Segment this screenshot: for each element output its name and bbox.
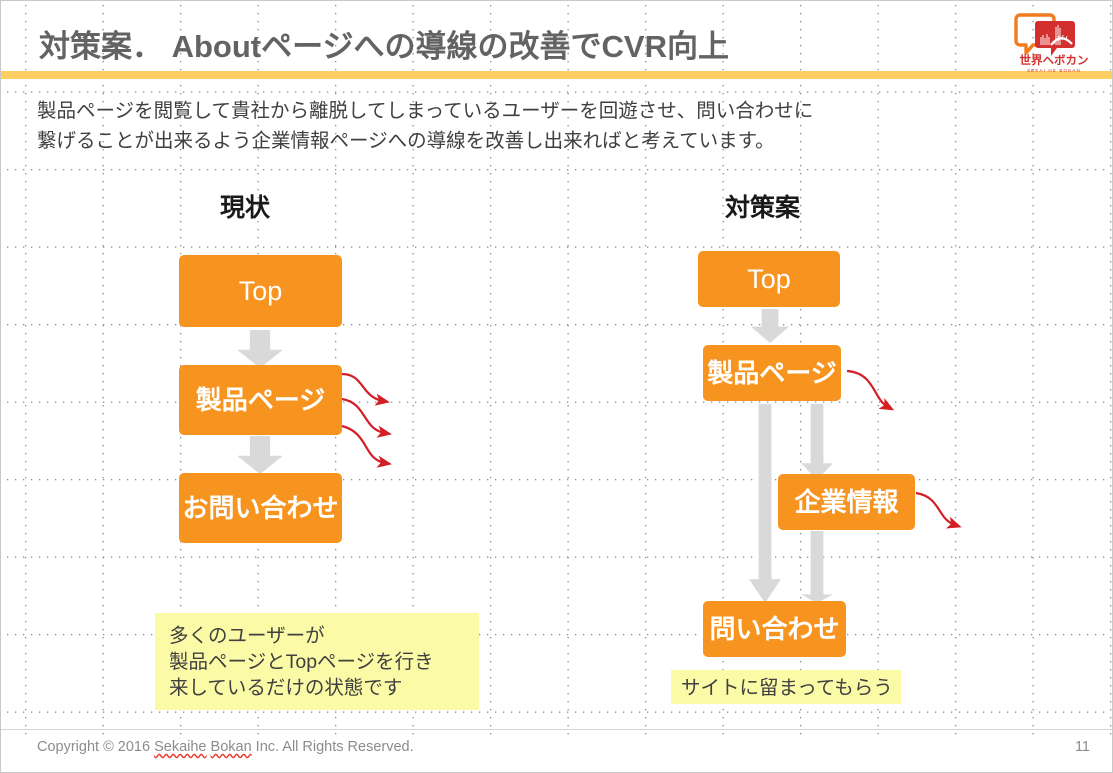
flow-box-label: 製品ページ — [707, 358, 837, 388]
flow-box-label: Top — [238, 275, 283, 306]
note-proposal: サイトに留まってもらう — [671, 670, 901, 704]
flow-box-current-top[interactable]: Top — [179, 255, 342, 327]
footer-divider — [1, 729, 1112, 730]
grey-arrow-proposal-product-to-company — [801, 404, 833, 480]
note-line: 来しているだけの状態です — [169, 677, 403, 699]
flow-box-current-product[interactable]: 製品ページ — [179, 365, 342, 435]
copyright-prefix: Copyright © 2016 — [37, 739, 155, 755]
copyright-brand-b: Bokan — [210, 739, 252, 755]
grey-arrow-proposal-1 — [751, 309, 789, 343]
exit-arrow-current-2 — [341, 397, 392, 438]
exit-arrow-current-3 — [341, 424, 392, 468]
flow-box-current-contact[interactable]: お問い合わせ — [179, 473, 342, 543]
flow-box-proposal-top[interactable]: Top — [698, 251, 840, 307]
grey-arrow-current-2 — [237, 436, 283, 474]
flow-box-label: 問い合わせ — [709, 614, 840, 644]
logo-wordmark: 世界ヘボカン — [1020, 53, 1089, 67]
title-accent-rule — [1, 71, 1112, 79]
copyright-suffix: Inc. All Rights Reserved. — [251, 739, 414, 755]
logo-romaji: SEKAI HE BOKAN — [1027, 68, 1081, 73]
grey-arrow-proposal-company-to-contact — [801, 531, 833, 603]
flow-box-proposal-company[interactable]: 企業情報 — [778, 474, 915, 530]
column-heading-proposal: 対策案 — [725, 194, 801, 222]
note-line: 多くのユーザーが — [169, 625, 325, 647]
flow-box-label: お問い合わせ — [182, 493, 339, 523]
slide-canvas: 対策案． Aboutページへの導線の改善でCVR向上 世界ヘボカン SEKAI … — [0, 0, 1113, 773]
lead-paragraph: 製品ページを閲覧して貴社から離脱してしまっているユーザーを回遊させ、問い合わせに… — [37, 96, 967, 156]
page-title: 対策案． Aboutページへの導線の改善でCVR向上 — [39, 29, 729, 64]
flow-box-proposal-product[interactable]: 製品ページ — [703, 345, 841, 401]
column-heading-current: 現状 — [220, 194, 271, 222]
flow-box-label: 企業情報 — [794, 487, 899, 517]
speech-bubble-city-icon — [1035, 21, 1075, 56]
exit-arrow-current-1 — [341, 372, 390, 406]
note-line: サイトに留まってもらう — [681, 677, 893, 699]
flow-box-label: 製品ページ — [195, 385, 326, 415]
page-number: 11 — [1074, 739, 1090, 755]
note-current: 多くのユーザーが 製品ページとTopページを行き 来しているだけの状態です — [155, 613, 479, 710]
grey-arrow-current-1 — [237, 330, 283, 368]
sekai-he-bokan-logo: 世界ヘボカン SEKAI HE BOKAN — [1014, 13, 1089, 73]
flow-box-label: Top — [747, 263, 791, 294]
footer-copyright: Copyright © 2016 Sekaihe Bokan Inc. All … — [37, 739, 414, 755]
lead-line-2: 繋げることが出来るよう企業情報ページへの導線を改善し出来ればと考えています。 — [37, 130, 775, 152]
note-line: 製品ページとTopページを行き — [169, 651, 434, 673]
flow-box-proposal-contact[interactable]: 問い合わせ — [703, 601, 846, 657]
exit-arrow-proposal-1 — [846, 369, 895, 411]
exit-arrow-proposal-2 — [915, 491, 962, 529]
copyright-brand-a: Sekaihe — [154, 739, 207, 755]
lead-line-1: 製品ページを閲覧して貴社から離脱してしまっているユーザーを回遊させ、問い合わせに — [37, 100, 814, 122]
grey-arrow-proposal-product-to-contact — [749, 404, 781, 603]
